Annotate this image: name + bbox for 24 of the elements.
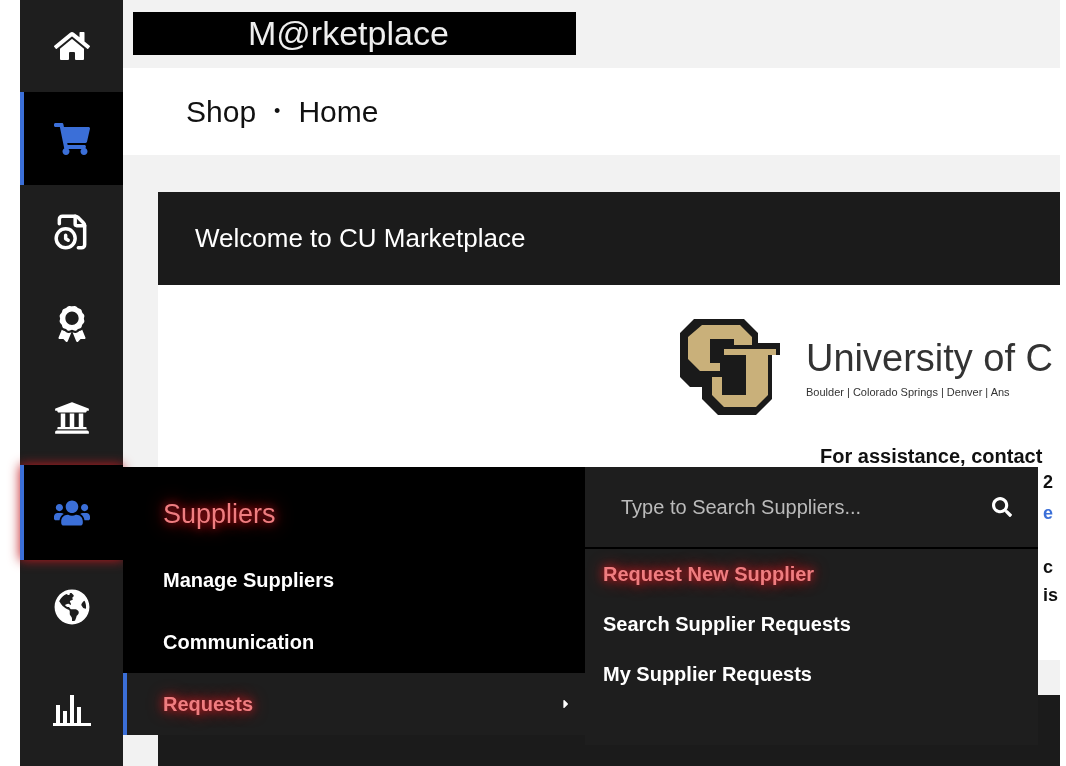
university-name: University of C xyxy=(806,336,1054,380)
contact-link[interactable]: e xyxy=(1043,499,1053,527)
card-text: c xyxy=(1043,556,1053,579)
card-text: is xyxy=(1043,584,1058,607)
search-icon[interactable] xyxy=(992,497,1012,517)
breadcrumb-separator: • xyxy=(274,101,281,122)
breadcrumb-link[interactable]: Home xyxy=(298,94,379,129)
marketplace-logo[interactable]: M@rketplace xyxy=(133,12,576,55)
card-text: 2 xyxy=(1043,471,1053,494)
breadcrumb-link[interactable]: Shop xyxy=(186,94,257,129)
assistance-text: For assistance, contact xyxy=(820,445,1044,468)
search-field[interactable]: Type to Search Suppliers... xyxy=(619,494,982,520)
menu-item[interactable]: Manage Suppliers xyxy=(123,549,585,611)
menu-item[interactable]: Communication xyxy=(123,611,585,673)
campus-list: Boulder | Colorado Springs | Denver | Ans xyxy=(806,385,1054,398)
cart-icon xyxy=(53,120,90,157)
submenu-item[interactable]: Request New Supplier xyxy=(585,549,1038,599)
menu-item[interactable]: Requests xyxy=(123,673,585,735)
bar-chart-icon xyxy=(52,692,91,727)
bank-icon xyxy=(53,399,90,436)
submenu-item[interactable]: Search Supplier Requests xyxy=(585,599,1038,649)
card-header: Welcome to CU Marketplace xyxy=(158,192,1060,285)
submenu-item[interactable]: My Supplier Requests xyxy=(585,649,1038,699)
menu-title: Suppliers xyxy=(162,497,277,531)
